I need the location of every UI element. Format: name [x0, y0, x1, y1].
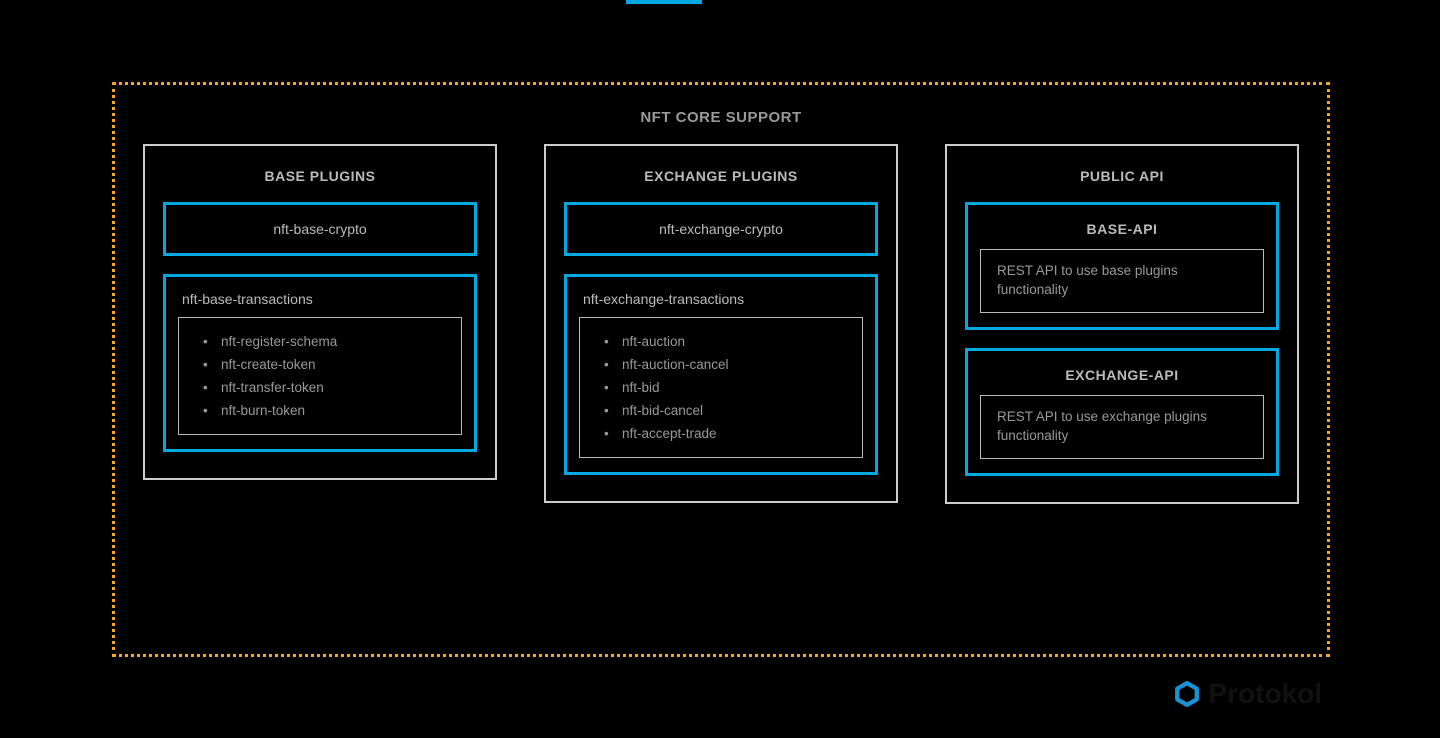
- base-transactions-list-box: nft-register-schema nft-create-token nft…: [178, 317, 462, 435]
- public-api-title: PUBLIC API: [965, 168, 1279, 184]
- base-transactions-list: nft-register-schema nft-create-token nft…: [195, 330, 445, 422]
- base-api-box: BASE-API REST API to use base plugins fu…: [965, 202, 1279, 330]
- nft-base-crypto-label: nft-base-crypto: [178, 217, 462, 239]
- diagram-title: NFT CORE SUPPORT: [135, 109, 1307, 126]
- exchange-plugins-title: EXCHANGE PLUGINS: [564, 168, 878, 184]
- base-api-desc-box: REST API to use base plugins functionali…: [980, 249, 1264, 313]
- list-item: nft-register-schema: [195, 330, 445, 353]
- protokol-hexagon-icon: [1174, 681, 1200, 707]
- exchange-transactions-list: nft-auction nft-auction-cancel nft-bid n…: [596, 330, 846, 445]
- list-item: nft-transfer-token: [195, 376, 445, 399]
- nft-exchange-transactions-label: nft-exchange-transactions: [579, 291, 863, 307]
- list-item: nft-bid: [596, 376, 846, 399]
- list-item: nft-auction: [596, 330, 846, 353]
- top-accent-bar: [626, 0, 702, 4]
- base-api-title: BASE-API: [980, 217, 1264, 239]
- exchange-api-desc: REST API to use exchange plugins functio…: [997, 408, 1247, 446]
- nft-exchange-crypto-box: nft-exchange-crypto: [564, 202, 878, 256]
- base-plugins-title: BASE PLUGINS: [163, 168, 477, 184]
- nft-base-transactions-box: nft-base-transactions nft-register-schem…: [163, 274, 477, 452]
- protokol-logo-text: Protokol: [1208, 678, 1322, 710]
- exchange-plugins-column: EXCHANGE PLUGINS nft-exchange-crypto nft…: [544, 144, 898, 503]
- nft-core-support-frame: NFT CORE SUPPORT BASE PLUGINS nft-base-c…: [112, 82, 1330, 657]
- exchange-api-desc-box: REST API to use exchange plugins functio…: [980, 395, 1264, 459]
- exchange-api-title: EXCHANGE-API: [980, 363, 1264, 385]
- base-plugins-column: BASE PLUGINS nft-base-crypto nft-base-tr…: [143, 144, 497, 480]
- list-item: nft-bid-cancel: [596, 399, 846, 422]
- list-item: nft-accept-trade: [596, 422, 846, 445]
- exchange-api-box: EXCHANGE-API REST API to use exchange pl…: [965, 348, 1279, 476]
- public-api-column: PUBLIC API BASE-API REST API to use base…: [945, 144, 1299, 504]
- list-item: nft-burn-token: [195, 399, 445, 422]
- columns-row: BASE PLUGINS nft-base-crypto nft-base-tr…: [135, 144, 1307, 504]
- nft-exchange-transactions-box: nft-exchange-transactions nft-auction nf…: [564, 274, 878, 475]
- list-item: nft-auction-cancel: [596, 353, 846, 376]
- exchange-transactions-list-box: nft-auction nft-auction-cancel nft-bid n…: [579, 317, 863, 458]
- nft-exchange-crypto-label: nft-exchange-crypto: [579, 217, 863, 239]
- base-api-desc: REST API to use base plugins functionali…: [997, 262, 1247, 300]
- nft-base-crypto-box: nft-base-crypto: [163, 202, 477, 256]
- nft-base-transactions-label: nft-base-transactions: [178, 291, 462, 307]
- list-item: nft-create-token: [195, 353, 445, 376]
- protokol-logo: Protokol: [1174, 678, 1322, 710]
